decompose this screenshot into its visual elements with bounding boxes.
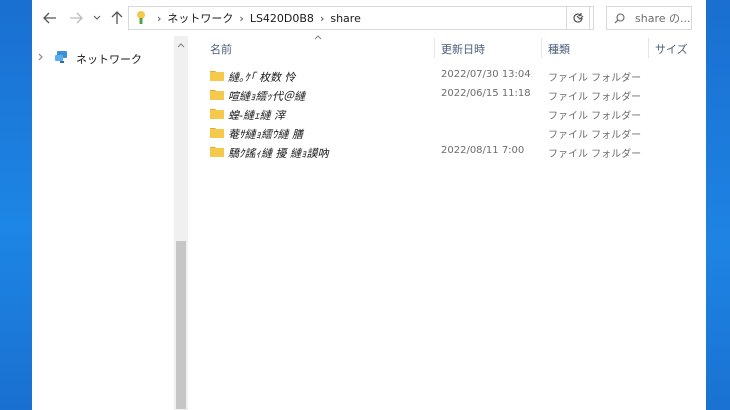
chevron-down-icon	[93, 15, 101, 20]
file-row[interactable]: 喧縺ｮ繧ｯ代＠縺 2022/06/15 11:18 ファイル フォルダー	[188, 85, 706, 104]
file-name: 喧縺ｮ繧ｯ代＠縺	[228, 90, 305, 103]
column-divider[interactable]	[541, 38, 542, 58]
file-name: 縺｡ｹ｢ 枚数 怜	[228, 71, 296, 84]
scroll-up-button[interactable]	[174, 38, 188, 52]
folder-icon	[210, 88, 224, 100]
chevron-right-icon[interactable]	[38, 53, 48, 64]
desktop-background-left	[0, 0, 32, 410]
file-name: 蝗-縺ｪ縺 滓	[228, 109, 285, 122]
up-button[interactable]	[108, 6, 126, 30]
refresh-button[interactable]	[566, 6, 590, 30]
back-button[interactable]	[40, 6, 60, 30]
breadcrumb-separator: ›	[157, 11, 162, 25]
breadcrumb-share[interactable]: share	[328, 12, 363, 25]
nav-item-network[interactable]: ネットワーク	[38, 50, 142, 67]
address-bar[interactable]: › ネットワーク › LS420D0B8 › share	[128, 6, 594, 30]
nav-pane-scrollbar[interactable]	[174, 36, 188, 410]
file-name: 驕ｸ謠ｨ縺 擾 縺ｮ謨吶	[228, 147, 329, 160]
recent-locations-button[interactable]	[90, 6, 104, 30]
column-header-date[interactable]: 更新日時	[441, 41, 485, 57]
network-icon	[54, 50, 70, 67]
column-header-row: 名前 更新日時 種類 サイズ	[188, 35, 706, 60]
search-box[interactable]: share の...	[606, 6, 692, 30]
file-date: 2022/07/30 13:04	[441, 69, 531, 80]
column-header-name[interactable]: 名前	[210, 41, 232, 57]
file-type: ファイル フォルダー	[548, 149, 642, 160]
column-divider[interactable]	[434, 38, 435, 58]
search-icon	[607, 12, 631, 24]
column-header-size[interactable]: サイズ	[655, 41, 688, 57]
folder-icon	[210, 69, 224, 81]
back-arrow-icon	[43, 12, 56, 24]
breadcrumb-network[interactable]: ネットワーク	[165, 10, 235, 26]
column-divider[interactable]	[648, 38, 649, 58]
file-row[interactable]: 縺｡ｹ｢ 枚数 怜 2022/07/30 13:04 ファイル フォルダー	[188, 66, 706, 85]
file-type: ファイル フォルダー	[548, 111, 642, 122]
file-type: ファイル フォルダー	[548, 73, 642, 84]
up-arrow-icon	[111, 11, 123, 24]
folder-icon	[210, 145, 224, 157]
navigation-toolbar: › ネットワーク › LS420D0B8 › share share の...	[32, 0, 706, 36]
forward-button[interactable]	[66, 6, 86, 30]
file-row[interactable]: 驕ｸ謠ｨ縺 擾 縺ｮ謨吶 2022/08/11 7:00 ファイル フォルダー	[188, 142, 706, 161]
refresh-icon	[573, 13, 583, 23]
chevron-up-icon	[177, 42, 185, 47]
file-date: 2022/08/11 7:00	[441, 145, 525, 156]
breadcrumb-server[interactable]: LS420D0B8	[248, 12, 316, 25]
forward-arrow-icon	[70, 12, 83, 24]
desktop-background-right	[706, 0, 730, 410]
scroll-thumb[interactable]	[176, 241, 186, 409]
file-date: 2022/06/15 11:18	[441, 88, 531, 99]
location-icon	[129, 7, 153, 29]
file-row[interactable]: 蝗-縺ｪ縺 滓 ファイル フォルダー	[188, 104, 706, 123]
nav-item-label: ネットワーク	[76, 52, 142, 66]
breadcrumb-separator: ›	[239, 11, 244, 25]
file-row[interactable]: 菴ｻ縺ｮ繧ｳ縺 膳 ファイル フォルダー	[188, 123, 706, 142]
sort-ascending-icon	[314, 32, 322, 43]
file-list: 名前 更新日時 種類 サイズ 縺｡ｹ｢ 枚数 怜 2022/07/30 13:0…	[188, 35, 706, 410]
column-header-type[interactable]: 種類	[548, 41, 570, 57]
navigation-pane: ネットワーク	[32, 36, 174, 410]
breadcrumb-separator: ›	[319, 11, 325, 25]
search-placeholder: share の...	[635, 12, 691, 25]
folder-icon	[210, 126, 224, 138]
explorer-window: › ネットワーク › LS420D0B8 › share share の... …	[32, 0, 706, 410]
file-name: 菴ｻ縺ｮ繧ｳ縺 膳	[228, 128, 303, 141]
file-type: ファイル フォルダー	[548, 92, 642, 103]
file-type: ファイル フォルダー	[548, 130, 642, 141]
folder-icon	[210, 107, 224, 119]
